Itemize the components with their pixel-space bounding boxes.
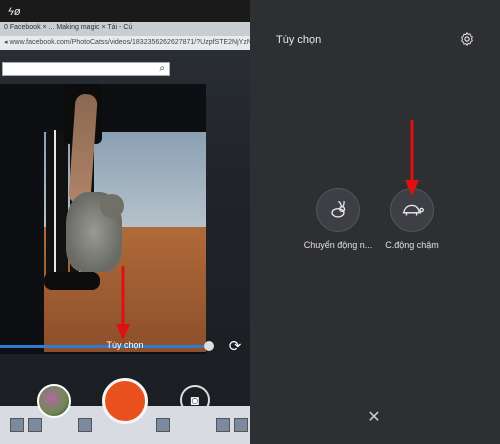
panel-title: Tùy chọn [276, 34, 322, 46]
rotate-icon[interactable]: ⟳ [226, 338, 244, 356]
cat-head [100, 194, 124, 218]
gear-icon[interactable] [459, 31, 475, 47]
browser-search-box: ⌕ [2, 62, 170, 76]
rabbit-icon [331, 201, 346, 218]
option-circle[interactable] [316, 188, 360, 232]
turtle-icon [402, 204, 424, 216]
option-label: C.động chậm [385, 240, 439, 250]
person-leg-left [46, 130, 68, 280]
annotation-arrow-right [405, 120, 419, 196]
camera-icon[interactable]: ◙ [180, 385, 210, 415]
screenshot-composite: 0 Facebook × ... Making magic × Tài - Cú… [0, 0, 500, 444]
option-circle[interactable] [390, 188, 434, 232]
search-icon: ⌕ [159, 63, 165, 74]
taskbar-icon [156, 418, 170, 432]
taskbar-icon [28, 418, 42, 432]
browser-tabs: 0 Facebook × ... Making magic × Tài - Cú [0, 22, 250, 36]
gallery-thumbnail[interactable] [37, 384, 71, 418]
slipper [44, 272, 100, 290]
options-panel: Tùy chọn Chuyển động n... C.động chậm ✕ [250, 0, 500, 444]
taskbar-icon [216, 418, 230, 432]
option-slow-motion[interactable]: C.động chậm [357, 188, 467, 250]
monitor-photo: 0 Facebook × ... Making magic × Tài - Cú… [0, 22, 250, 432]
options-label[interactable]: Tùy chọn [0, 340, 250, 350]
taskbar-icon [10, 418, 24, 432]
status-bar: ϟø [8, 6, 21, 18]
browser-url-bar: ◂ www.facebook.com/PhotoCatss/videos/183… [0, 36, 250, 50]
camera-viewfinder-screen: 0 Facebook × ... Making magic × Tài - Cú… [0, 0, 250, 444]
taskbar-icon [78, 418, 92, 432]
shutter-button[interactable] [102, 378, 148, 424]
taskbar-icon [234, 418, 248, 432]
close-icon[interactable]: ✕ [365, 409, 383, 427]
